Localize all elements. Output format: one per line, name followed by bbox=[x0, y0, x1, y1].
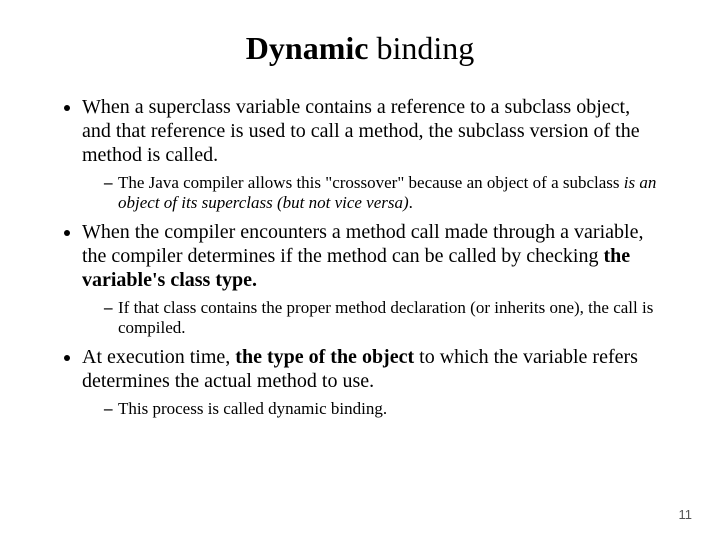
bullet-3: At execution time, the type of the objec… bbox=[82, 345, 660, 419]
title-bold: Dynamic bbox=[246, 30, 369, 66]
bullet-2a: When the compiler encounters a method ca… bbox=[82, 221, 643, 267]
bullet-3a: At execution time, bbox=[82, 346, 235, 368]
page-number: 11 bbox=[679, 507, 693, 522]
title-rest: binding bbox=[368, 30, 474, 66]
bullet-3-sub-list: This process is called dynamic binding. bbox=[82, 399, 660, 419]
bullet-list: When a superclass variable contains a re… bbox=[60, 95, 660, 419]
bullet-2-sub-list: If that class contains the proper method… bbox=[82, 298, 660, 339]
b1s1c: . bbox=[409, 193, 413, 212]
bullet-1-text: When a superclass variable contains a re… bbox=[82, 96, 640, 166]
bullet-1-sub-list: The Java compiler allows this "crossover… bbox=[82, 173, 660, 214]
slide-title: Dynamic binding bbox=[60, 30, 660, 67]
bullet-1: When a superclass variable contains a re… bbox=[82, 95, 660, 214]
bullet-3b: the type of the object bbox=[235, 346, 419, 368]
bullet-3-sub-1: This process is called dynamic binding. bbox=[104, 399, 660, 419]
bullet-2: When the compiler encounters a method ca… bbox=[82, 220, 660, 339]
bullet-1-sub-1: The Java compiler allows this "crossover… bbox=[104, 173, 660, 214]
b1s1a: The Java compiler allows this "crossover… bbox=[118, 173, 624, 192]
bullet-2-sub-1: If that class contains the proper method… bbox=[104, 298, 660, 339]
